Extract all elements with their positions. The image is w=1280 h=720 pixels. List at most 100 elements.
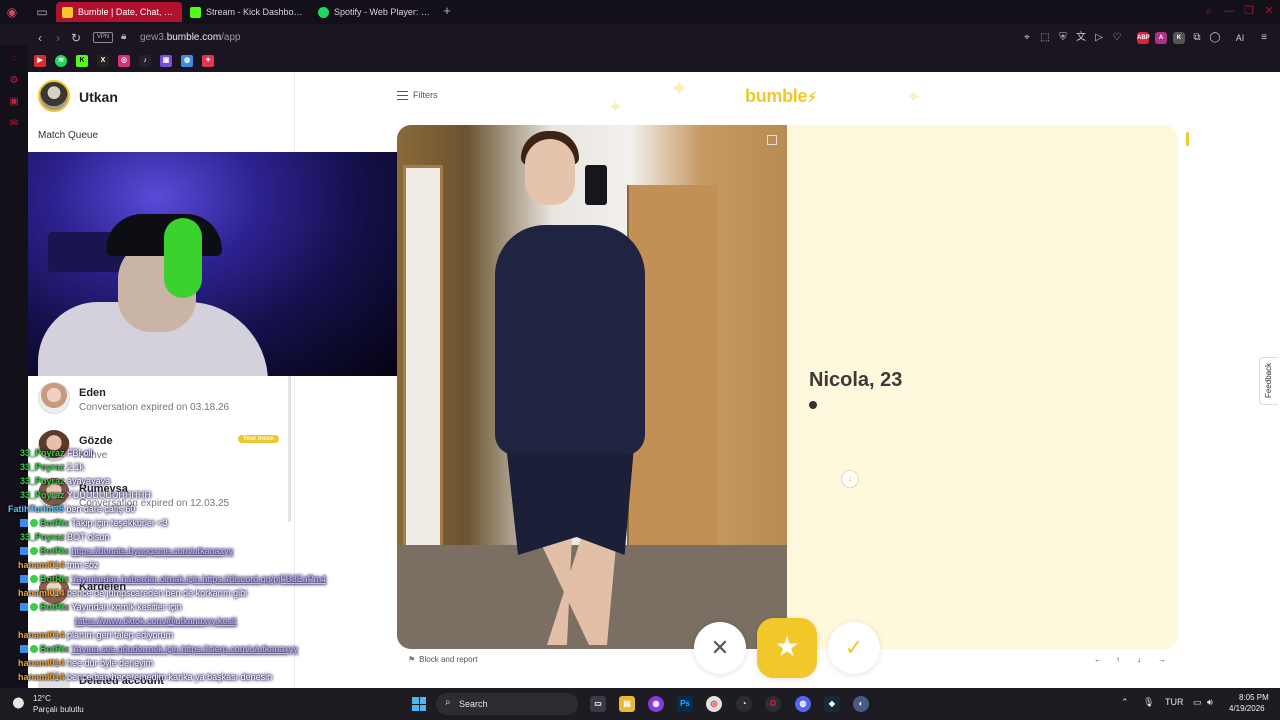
forward-icon[interactable]: ›	[50, 30, 66, 46]
clock-time[interactable]: 8:05 PM	[1239, 693, 1269, 702]
chat-username[interactable]: hanami014	[18, 658, 65, 668]
expand-photo-icon[interactable]	[767, 135, 777, 145]
app-bookmark-icon[interactable]: ✦	[202, 55, 214, 67]
chat-username[interactable]: 33_Poyraz	[20, 532, 65, 542]
play-icon[interactable]: ▷	[1093, 32, 1105, 44]
extension-k-icon[interactable]: K	[1173, 32, 1185, 44]
opera-menu-icon[interactable]: ◉	[4, 4, 20, 20]
discord-bookmark-icon[interactable]: ◍	[181, 55, 193, 67]
chat-message-text[interactable]: Yayına ses göndermek için https://sierp.…	[71, 644, 297, 654]
sidebar-aria-icon[interactable]: ◌	[8, 53, 20, 65]
chat-username[interactable]: 33_Poyraz	[20, 462, 65, 472]
photoshop-icon[interactable]: Ps	[677, 696, 693, 712]
opera-gx-icon[interactable]: O	[765, 696, 781, 712]
pass-button[interactable]: ✕	[694, 622, 746, 674]
chat-username[interactable]: FatihTurim35	[8, 504, 64, 514]
tiktok-bookmark-icon[interactable]: ♪	[139, 55, 151, 67]
adblock-extension-icon[interactable]: ABP	[1137, 32, 1150, 44]
task-view-icon[interactable]: ▭	[590, 696, 606, 712]
close-icon[interactable]: ✕	[1262, 4, 1276, 18]
url-field[interactable]: gew3.bumble.com/app	[140, 32, 241, 43]
weather-cloud-icon[interactable]	[12, 696, 28, 710]
user-name[interactable]: Utkan	[79, 89, 118, 105]
sparkle-icon: ✦	[906, 87, 922, 107]
search-label: Search	[459, 699, 488, 709]
chat-username[interactable]: BotRix	[40, 644, 69, 654]
app-circle-icon[interactable]: ◉	[648, 696, 664, 712]
user-avatar[interactable]	[38, 80, 70, 112]
shield-icon[interactable]: ⛨	[1057, 32, 1069, 44]
kick-bookmark-icon[interactable]: K	[76, 55, 88, 67]
chat-username[interactable]: BotRix	[40, 574, 69, 584]
chat-message-text[interactable]: https://www.tiktok.com/@utkanaxyy.kesit	[75, 616, 237, 626]
chat-username[interactable]: hanami014	[18, 630, 65, 640]
reload-icon[interactable]: ↻	[68, 30, 84, 46]
workspaces-icon[interactable]: ▭	[34, 4, 50, 20]
translate-icon[interactable]: 文	[1075, 32, 1087, 44]
new-tab-plus-icon[interactable]: +	[440, 3, 454, 19]
conversation-item[interactable]: Eden Conversation expired on 03.18.26	[28, 378, 294, 422]
microphone-icon[interactable]: 🎙︎	[1143, 697, 1154, 708]
lock-icon[interactable]: 🔒︎	[121, 31, 126, 42]
profile-photo[interactable]	[397, 125, 787, 649]
filters-button[interactable]: Filters	[397, 90, 438, 100]
steam-icon[interactable]: ◈	[824, 696, 840, 712]
show-hidden-icons-chevron-icon[interactable]: ⌃	[1121, 697, 1129, 708]
x-bookmark-icon[interactable]: X	[97, 55, 109, 67]
like-button[interactable]: ✓	[828, 622, 880, 674]
speaker-icon[interactable]: 🔊︎	[1207, 697, 1213, 708]
language-indicator[interactable]: TUR	[1165, 697, 1184, 707]
menu-icon[interactable]: ≡	[1258, 32, 1270, 44]
minimize-icon[interactable]: —	[1222, 4, 1236, 18]
chat-username[interactable]: 33_Poyraz	[20, 448, 65, 458]
chrome-icon[interactable]: ◎	[706, 696, 722, 712]
scroll-down-arrow-icon[interactable]: ↓	[841, 470, 859, 488]
chat-username[interactable]: BotRix	[40, 546, 69, 556]
pin-icon[interactable]: ⌖	[1021, 32, 1033, 44]
chat-username[interactable]: hanami014	[18, 588, 65, 598]
back-icon[interactable]: ‹	[32, 30, 48, 46]
chat-username[interactable]: BotRix	[40, 602, 69, 612]
chat-username[interactable]: hanami014	[18, 672, 65, 682]
search-tabs-icon[interactable]: ⌕	[1202, 4, 1216, 18]
spotify-bookmark-icon[interactable]: ≋	[55, 55, 67, 67]
superswipe-button[interactable]: ★	[757, 618, 817, 678]
extension-a-icon[interactable]: A	[1155, 32, 1167, 44]
block-and-report-link[interactable]: ⚑ Block and report	[408, 655, 477, 664]
profile-icon[interactable]: ◯	[1209, 32, 1221, 44]
feedback-tab[interactable]: Feedback	[1259, 357, 1278, 405]
chat-username[interactable]: hanami014	[18, 560, 65, 570]
chat-message-text[interactable]: Yayınlardan haberdar olmak için https://…	[71, 574, 326, 584]
clock-date[interactable]: 4/19/2026	[1229, 704, 1265, 713]
taskbar-search[interactable]: ⌕ Search	[436, 693, 578, 715]
weather-description[interactable]: Parçalı bulutlu	[33, 705, 84, 714]
heart-icon[interactable]: ♡	[1111, 32, 1123, 44]
weather-temperature[interactable]: 12°C	[33, 694, 51, 703]
display-icon[interactable]: ▭	[1193, 697, 1202, 708]
sidebar-gmail-icon[interactable]: ✉	[8, 118, 20, 130]
app-icon[interactable]: ◐	[853, 696, 869, 712]
maximize-icon[interactable]: ❐	[1242, 4, 1256, 18]
discord-icon[interactable]: ◍	[795, 696, 811, 712]
sidebar-messenger-icon[interactable]: ▣	[8, 96, 20, 108]
snapshot-icon[interactable]: ⬚	[1039, 32, 1051, 44]
sidebar-player-icon[interactable]: ⚙	[8, 75, 20, 87]
tab-bumble[interactable]: Bumble | Date, Chat, Meet	[56, 2, 182, 22]
tab-spotify[interactable]: Spotify - Web Player: Heris	[312, 2, 438, 22]
youtube-bookmark-icon[interactable]: ▶	[34, 55, 46, 67]
bumble-logo[interactable]: bumble⚡︎	[745, 86, 817, 107]
extensions-puzzle-icon[interactable]: ⧉	[1191, 32, 1203, 44]
card-scrollbar[interactable]	[1186, 132, 1189, 146]
vpn-badge[interactable]: VPN	[93, 32, 113, 43]
obs-icon[interactable]: ◔	[736, 696, 752, 712]
start-button-windows-icon[interactable]	[412, 697, 426, 711]
chat-username[interactable]: 33_Poyraz	[20, 476, 65, 486]
tab-kick-dashboard[interactable]: Stream - Kick Dashboard	[184, 2, 310, 22]
instagram-bookmark-icon[interactable]: ◎	[118, 55, 130, 67]
chat-username[interactable]: BotRix	[40, 518, 69, 528]
twitch-bookmark-icon[interactable]: ▣	[160, 55, 172, 67]
chat-message-text[interactable]: https://donate.bynogame.com/utkanaxyy	[72, 546, 234, 556]
ai-button[interactable]: AI	[1229, 32, 1251, 44]
chat-username[interactable]: 33_Poyraz	[20, 490, 65, 500]
file-explorer-icon[interactable]: ▤	[619, 696, 635, 712]
